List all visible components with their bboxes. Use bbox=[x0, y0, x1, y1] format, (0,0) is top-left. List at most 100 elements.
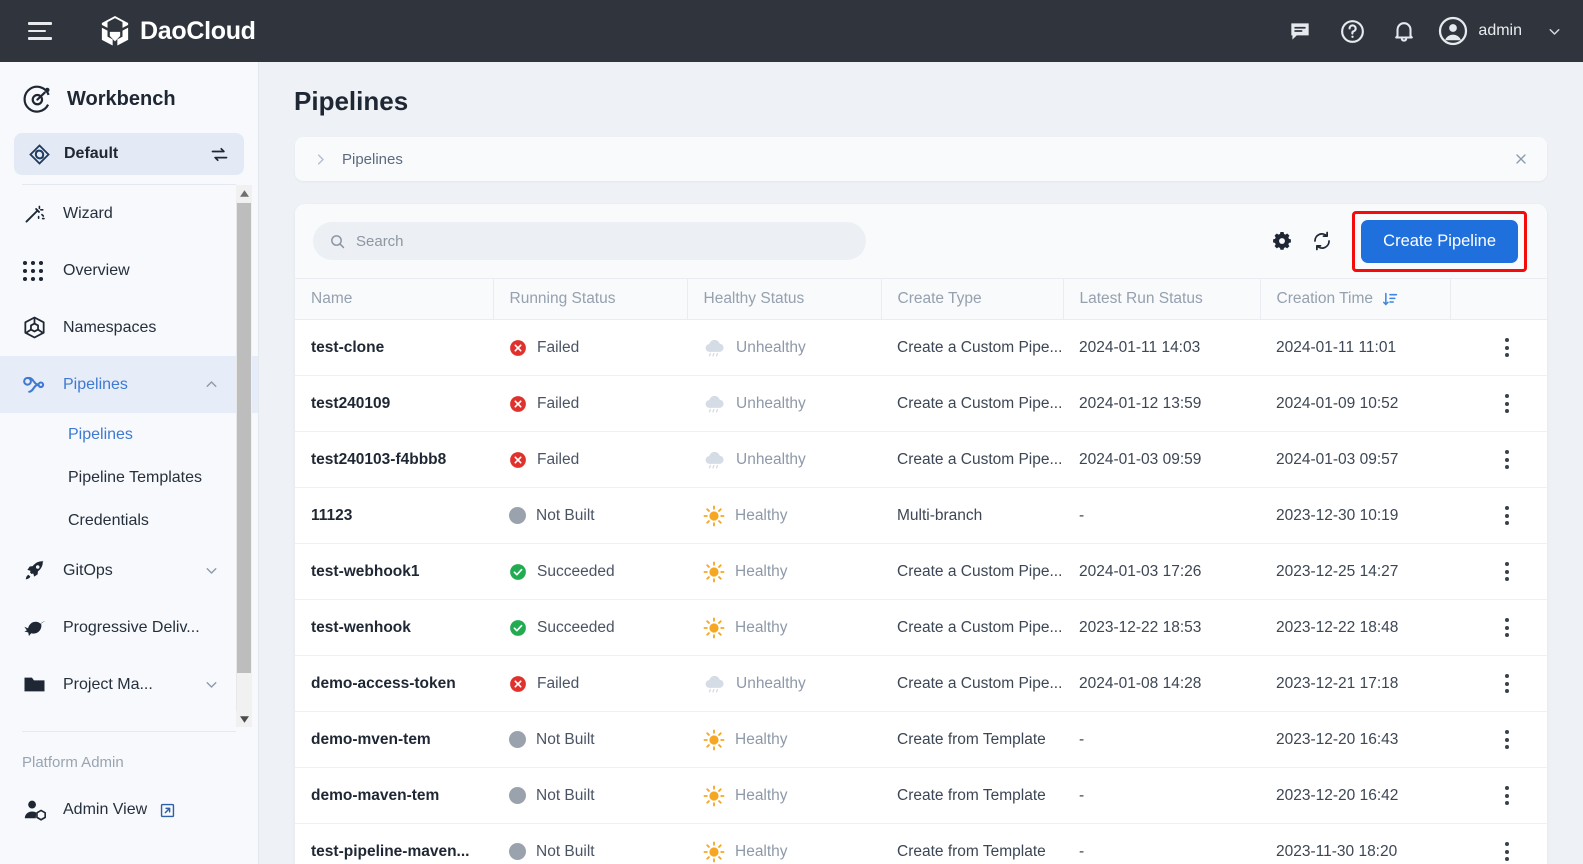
close-icon[interactable] bbox=[1513, 151, 1529, 167]
row-actions-menu-icon[interactable] bbox=[1466, 842, 1547, 861]
sidebar-item-wizard[interactable]: Wizard bbox=[0, 185, 258, 242]
cell-running-status-label: Succeeded bbox=[537, 619, 615, 637]
error-icon bbox=[509, 451, 527, 469]
table-row[interactable]: demo-maven-tem Not Built Healthy Create … bbox=[295, 768, 1547, 824]
table-row[interactable]: test-wenhook Succeeded Healthy Create a … bbox=[295, 600, 1547, 656]
gear-icon[interactable] bbox=[1262, 221, 1302, 261]
search-box[interactable] bbox=[313, 222, 866, 260]
row-actions-menu-icon[interactable] bbox=[1466, 562, 1547, 581]
scroll-up-arrow-icon[interactable] bbox=[236, 185, 252, 201]
cell-healthy-status-label: Healthy bbox=[735, 619, 788, 637]
bell-icon[interactable] bbox=[1378, 5, 1430, 57]
table-body: test-clone Failed Unhealthy Create a Cus… bbox=[295, 320, 1547, 864]
create-pipeline-button[interactable]: Create Pipeline bbox=[1361, 220, 1518, 263]
sidebar-item-label: GitOps bbox=[63, 562, 113, 580]
column-header-latest-run-status[interactable]: Latest Run Status bbox=[1063, 279, 1260, 320]
grey-dot-icon bbox=[509, 843, 526, 860]
column-header-name[interactable]: Name bbox=[295, 279, 493, 320]
sidebar-item-pipelines[interactable]: Pipelines bbox=[0, 356, 258, 413]
hamburger-icon[interactable] bbox=[22, 13, 58, 49]
cell-running-status: Not Built bbox=[493, 488, 687, 544]
cell-running-status-label: Failed bbox=[537, 451, 579, 469]
row-actions-menu-icon[interactable] bbox=[1466, 338, 1547, 357]
main-content: Pipelines Pipelines bbox=[259, 62, 1583, 864]
cell-healthy-status-label: Healthy bbox=[735, 563, 788, 581]
external-link-icon[interactable] bbox=[159, 802, 176, 819]
cell-actions bbox=[1450, 712, 1547, 768]
table-row[interactable]: test240103-f4bbb8 Failed Unhealthy Creat… bbox=[295, 432, 1547, 488]
column-header-running-status[interactable]: Running Status bbox=[493, 279, 687, 320]
toolbar-actions: Create Pipeline bbox=[1262, 211, 1527, 272]
column-header-create-type[interactable]: Create Type bbox=[881, 279, 1063, 320]
row-actions-menu-icon[interactable] bbox=[1466, 786, 1547, 805]
grid-icon bbox=[22, 260, 54, 282]
breadcrumb-item-pipelines[interactable]: Pipelines bbox=[342, 151, 403, 168]
sidebar-subitem-pipelines[interactable]: Pipelines bbox=[0, 413, 258, 456]
message-icon[interactable] bbox=[1274, 5, 1326, 57]
switch-workspace-icon[interactable] bbox=[209, 144, 230, 165]
table-header-row: Name Running Status Healthy Status Creat… bbox=[295, 279, 1547, 320]
table-row[interactable]: 11123 Not Built Healthy Multi-branch - 2… bbox=[295, 488, 1547, 544]
success-icon bbox=[509, 619, 527, 637]
sidebar-item-label: Admin View bbox=[63, 801, 147, 819]
sidebar-item-namespaces[interactable]: Namespaces bbox=[0, 299, 258, 356]
table-row[interactable]: demo-mven-tem Not Built Healthy Create f… bbox=[295, 712, 1547, 768]
sidebar-item-project-management[interactable]: Project Ma... bbox=[0, 656, 258, 713]
sidebar-scrollbar-thumb[interactable] bbox=[237, 203, 251, 673]
row-actions-menu-icon[interactable] bbox=[1466, 674, 1547, 693]
daocloud-logo-icon bbox=[100, 15, 130, 47]
cell-healthy-status: Unhealthy bbox=[687, 320, 881, 376]
sidebar-item-progressive-delivery[interactable]: Progressive Deliv... bbox=[0, 599, 258, 656]
sidebar-item-gitops[interactable]: GitOps bbox=[0, 542, 258, 599]
cell-latest-run: - bbox=[1063, 488, 1260, 544]
sidebar-subitem-credentials[interactable]: Credentials bbox=[0, 499, 258, 542]
table-row[interactable]: test-pipeline-maven... Not Built Healthy… bbox=[295, 824, 1547, 864]
row-actions-menu-icon[interactable] bbox=[1466, 450, 1547, 469]
cell-name: 11123 bbox=[295, 488, 493, 544]
scroll-down-arrow-icon[interactable] bbox=[236, 711, 252, 727]
row-actions-menu-icon[interactable] bbox=[1466, 506, 1547, 525]
cell-creation-time: 2023-12-25 14:27 bbox=[1260, 544, 1450, 600]
sidebar-item-admin-view[interactable]: Admin View bbox=[0, 782, 258, 838]
sun-icon bbox=[703, 561, 725, 583]
sidebar-item-label: Pipelines bbox=[63, 376, 128, 394]
cell-latest-run: 2023-12-22 18:53 bbox=[1063, 600, 1260, 656]
column-header-creation-time[interactable]: Creation Time bbox=[1260, 279, 1450, 320]
workbench-header[interactable]: Workbench bbox=[0, 62, 258, 133]
cell-creation-time: 2023-11-30 18:20 bbox=[1260, 824, 1450, 864]
cell-create-type: Create a Custom Pipe... bbox=[881, 376, 1063, 432]
chevron-right-icon[interactable] bbox=[313, 152, 328, 167]
row-actions-menu-icon[interactable] bbox=[1466, 730, 1547, 749]
search-input[interactable] bbox=[356, 233, 850, 250]
cell-healthy-status: Unhealthy bbox=[687, 656, 881, 712]
user-menu[interactable]: admin bbox=[1430, 16, 1567, 46]
sort-descending-icon[interactable] bbox=[1382, 291, 1398, 307]
sidebar-subitem-pipeline-templates[interactable]: Pipeline Templates bbox=[0, 456, 258, 499]
sidebar-item-label: Overview bbox=[63, 262, 130, 280]
table-row[interactable]: test-clone Failed Unhealthy Create a Cus… bbox=[295, 320, 1547, 376]
table-row[interactable]: demo-access-token Failed Unhealthy Creat… bbox=[295, 656, 1547, 712]
chevron-down-icon[interactable] bbox=[1546, 23, 1563, 40]
table-row[interactable]: test240109 Failed Unhealthy Create a Cus… bbox=[295, 376, 1547, 432]
column-header-healthy-status[interactable]: Healthy Status bbox=[687, 279, 881, 320]
cell-actions bbox=[1450, 432, 1547, 488]
help-icon[interactable] bbox=[1326, 5, 1378, 57]
rain-cloud-icon bbox=[703, 450, 726, 470]
grey-dot-icon bbox=[509, 787, 526, 804]
row-actions-menu-icon[interactable] bbox=[1466, 394, 1547, 413]
chevron-down-icon[interactable] bbox=[203, 676, 220, 693]
cell-create-type: Create from Template bbox=[881, 824, 1063, 864]
table-row[interactable]: test-webhook1 Succeeded Healthy Create a… bbox=[295, 544, 1547, 600]
cell-latest-run: - bbox=[1063, 712, 1260, 768]
pipeline-icon bbox=[22, 372, 54, 398]
cell-running-status-label: Failed bbox=[537, 675, 579, 693]
chevron-up-icon[interactable] bbox=[203, 376, 220, 393]
chevron-down-icon[interactable] bbox=[203, 562, 220, 579]
sidebar-item-overview[interactable]: Overview bbox=[0, 242, 258, 299]
cell-running-status: Succeeded bbox=[493, 600, 687, 656]
bird-icon bbox=[22, 615, 54, 641]
sidebar-workspace-default[interactable]: Default bbox=[14, 133, 244, 175]
refresh-icon[interactable] bbox=[1302, 221, 1342, 261]
cell-actions bbox=[1450, 320, 1547, 376]
row-actions-menu-icon[interactable] bbox=[1466, 618, 1547, 637]
